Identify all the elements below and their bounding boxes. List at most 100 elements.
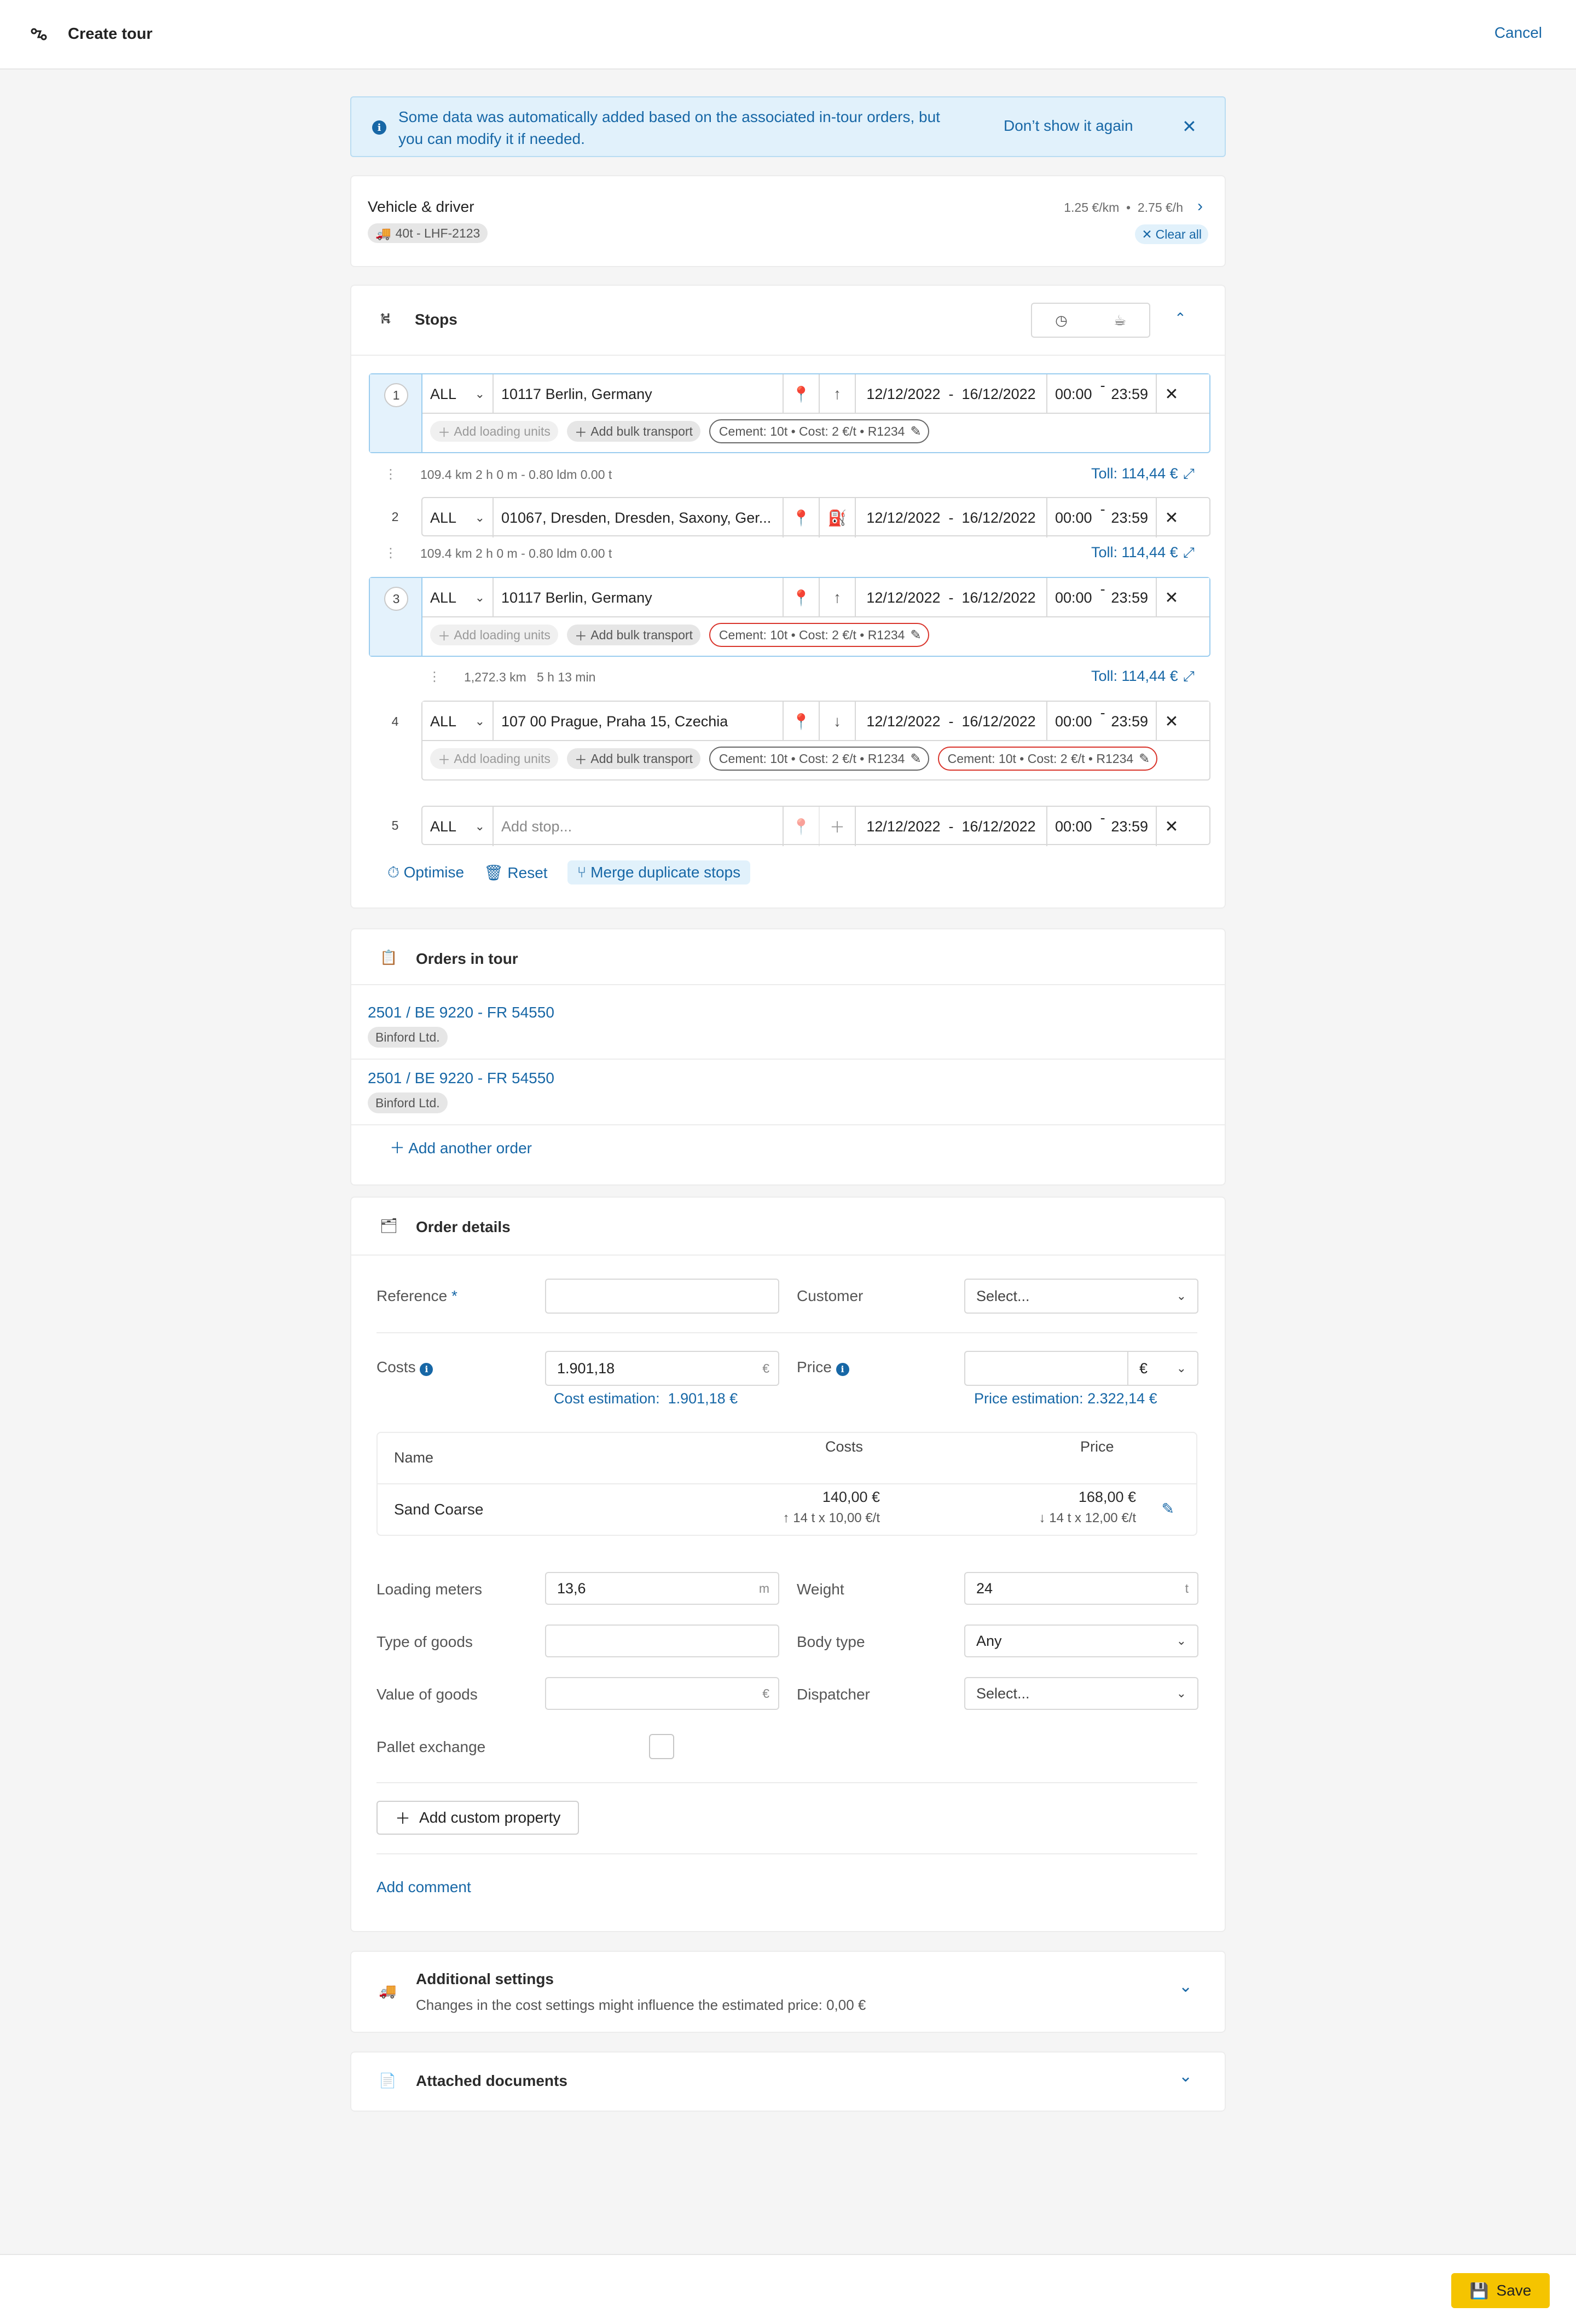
loading-meters-input[interactable]: 13,6 m <box>545 1572 779 1605</box>
remove-stop-icon[interactable]: ✕ <box>1157 578 1186 617</box>
leg-toll[interactable]: Toll: 114,44 € <box>1091 465 1178 482</box>
reset-button[interactable]: 🗑 Reset <box>484 864 547 882</box>
pencil-icon[interactable]: ✎ <box>1162 1500 1174 1518</box>
attached-documents-card[interactable]: 📄 Attached documents ⌄ <box>350 2051 1226 2112</box>
cargo-tag[interactable]: Cement: 10t • Cost: 2 €/t • R1234 ✎ <box>709 419 929 443</box>
pallet-exchange-checkbox[interactable] <box>649 1734 674 1759</box>
time-range[interactable]: 00:00 - 23:59 <box>1047 374 1157 414</box>
cancel-button[interactable]: Cancel <box>1494 24 1542 42</box>
arrow-up-icon: ↑ <box>783 1511 790 1525</box>
save-button[interactable]: 💾 Save <box>1451 2273 1550 2308</box>
chevron-down-icon[interactable]: ⌄ <box>1179 2067 1192 2086</box>
order-details-title: Order details <box>416 1218 511 1235</box>
cargo-tag-warning[interactable]: Cement: 10t • Cost: 2 €/t • R1234 ✎ <box>709 623 929 647</box>
stop-address-input[interactable]: 10117 Berlin, Germany <box>494 578 784 617</box>
time-range[interactable]: 00:00 - 23:59 <box>1047 578 1157 617</box>
add-custom-property-button[interactable]: ＋ Add custom property <box>376 1801 580 1835</box>
clear-all-button[interactable]: ✕ Clear all <box>1135 224 1208 244</box>
info-icon[interactable]: i <box>420 1362 433 1376</box>
add-bulk-transport-button[interactable]: ＋ Add bulk transport <box>566 748 700 769</box>
arrow-down-icon[interactable]: ↓ <box>820 702 856 741</box>
chevron-down-icon[interactable]: ⌄ <box>1179 1977 1192 1996</box>
time-range[interactable]: 00:00 - 23:59 <box>1047 498 1157 537</box>
stop-address-input[interactable]: 107 00 Prague, Praha 15, Czechia <box>494 702 784 741</box>
costs-label: Costs i <box>376 1358 433 1376</box>
weight-input[interactable]: 24 t <box>964 1572 1198 1605</box>
arrow-up-icon[interactable]: ↑ <box>820 578 856 617</box>
stop-type-select[interactable]: ALL ⌄ <box>422 578 494 617</box>
pencil-icon[interactable]: ✎ <box>910 424 921 440</box>
add-comment-button[interactable]: Add comment <box>376 1878 471 1896</box>
order-link[interactable]: 2501 / BE 9220 - FR 54550 <box>368 1069 554 1087</box>
coffee-icon[interactable]: ☕ <box>1091 304 1149 337</box>
expand-icon[interactable]: ⤢ <box>1183 465 1195 483</box>
add-loading-units-button[interactable]: ＋ Add loading units <box>430 421 558 442</box>
cargo-tag[interactable]: Cement: 10t • Cost: 2 €/t • R1234 ✎ <box>709 747 929 771</box>
add-bulk-transport-button[interactable]: ＋ Add bulk transport <box>566 421 700 442</box>
collapse-icon[interactable]: ⌃ <box>1174 310 1186 327</box>
remove-stop-icon[interactable]: ✕ <box>1157 374 1186 414</box>
remove-stop-icon[interactable]: ✕ <box>1157 498 1186 537</box>
stop-number: 4 <box>383 709 407 733</box>
stop-type-select[interactable]: ALL ⌄ <box>422 807 494 846</box>
reference-label: Reference * <box>376 1287 457 1304</box>
pencil-icon[interactable]: ✎ <box>1139 751 1150 767</box>
location-pin-icon[interactable]: 📍 <box>784 374 820 414</box>
type-of-goods-input[interactable] <box>545 1625 779 1657</box>
time-range[interactable]: 00:00 - 23:59 <box>1047 807 1157 846</box>
costs-input[interactable]: 1.901,18 € <box>545 1351 779 1386</box>
leg-toll[interactable]: Toll: 114,44 € <box>1091 668 1178 685</box>
stop-address-input[interactable]: 01067, Dresden, Dresden, Saxony, Ger... <box>494 498 784 537</box>
add-bulk-transport-button[interactable]: ＋ Add bulk transport <box>566 625 700 645</box>
info-icon[interactable]: i <box>836 1362 849 1376</box>
pencil-icon[interactable]: ✎ <box>910 627 921 643</box>
dont-show-again-button[interactable]: Don’t show it again <box>1004 117 1133 135</box>
additional-settings-card[interactable]: 🚚 Additional settings Changes in the cos… <box>350 1951 1226 2033</box>
plus-icon: ＋ <box>395 1810 411 1827</box>
arrow-up-icon[interactable]: ↑ <box>820 374 856 414</box>
pencil-icon[interactable]: ✎ <box>910 751 921 767</box>
location-pin-icon[interactable]: 📍 <box>784 702 820 741</box>
leg-toll[interactable]: Toll: 114,44 € <box>1091 544 1178 561</box>
stop-address-input[interactable]: 10117 Berlin, Germany <box>494 374 784 414</box>
date-range[interactable]: 12/12/2022 - 16/12/2022 <box>856 374 1047 414</box>
expand-icon[interactable]: ⤢ <box>1183 544 1195 562</box>
currency-select[interactable]: € ⌄ <box>1127 1351 1198 1386</box>
date-range[interactable]: 12/12/2022 - 16/12/2022 <box>856 807 1047 846</box>
date-range[interactable]: 12/12/2022 - 16/12/2022 <box>856 578 1047 617</box>
optimise-button[interactable]: ⏱ Optimise <box>387 864 464 882</box>
dispatcher-select[interactable]: Select... ⌄ <box>964 1677 1198 1710</box>
date-range[interactable]: 12/12/2022 - 16/12/2022 <box>856 498 1047 537</box>
plus-icon[interactable]: ＋ <box>820 807 856 846</box>
merge-duplicate-stops-button[interactable]: ⑂ Merge duplicate stops <box>567 860 751 884</box>
price-input[interactable] <box>964 1351 1128 1386</box>
remove-stop-icon[interactable]: ✕ <box>1157 702 1186 741</box>
cargo-tag-warning[interactable]: Cement: 10t • Cost: 2 €/t • R1234 ✎ <box>937 747 1158 771</box>
chevron-down-icon: ⌄ <box>474 714 485 728</box>
body-type-select[interactable]: Any ⌄ <box>964 1625 1198 1657</box>
remove-stop-icon[interactable]: ✕ <box>1157 807 1186 846</box>
chevron-down-icon: ⌄ <box>474 819 485 833</box>
add-loading-units-button[interactable]: ＋ Add loading units <box>430 748 558 769</box>
add-loading-units-button[interactable]: ＋ Add loading units <box>430 625 558 645</box>
fuel-icon[interactable]: ⛽ <box>820 498 856 537</box>
type-of-goods-label: Type of goods <box>376 1633 473 1650</box>
value-of-goods-input[interactable]: € <box>545 1677 779 1710</box>
reference-input[interactable] <box>545 1279 779 1314</box>
order-link[interactable]: 2501 / BE 9220 - FR 54550 <box>368 1004 554 1021</box>
location-pin-icon[interactable]: 📍 <box>784 578 820 617</box>
stop-type-select[interactable]: ALL ⌄ <box>422 702 494 741</box>
location-pin-icon[interactable]: 📍 <box>784 498 820 537</box>
stop-type-select[interactable]: ALL ⌄ <box>422 374 494 414</box>
stop-type-select[interactable]: ALL ⌄ <box>422 498 494 537</box>
expand-icon[interactable]: ⤢ <box>1183 668 1195 685</box>
customer-select[interactable]: Select... ⌄ <box>964 1279 1198 1314</box>
clock-icon[interactable]: ◷ <box>1032 304 1091 337</box>
add-another-order-button[interactable]: ＋ Add another order <box>390 1136 532 1158</box>
close-icon[interactable]: ✕ <box>1182 116 1197 137</box>
location-pin-icon[interactable]: 📍 <box>784 807 820 846</box>
time-range[interactable]: 00:00 - 23:59 <box>1047 702 1157 741</box>
add-stop-input[interactable]: Add stop... <box>494 807 784 846</box>
date-range[interactable]: 12/12/2022 - 16/12/2022 <box>856 702 1047 741</box>
chevron-right-icon[interactable]: › <box>1197 197 1203 216</box>
